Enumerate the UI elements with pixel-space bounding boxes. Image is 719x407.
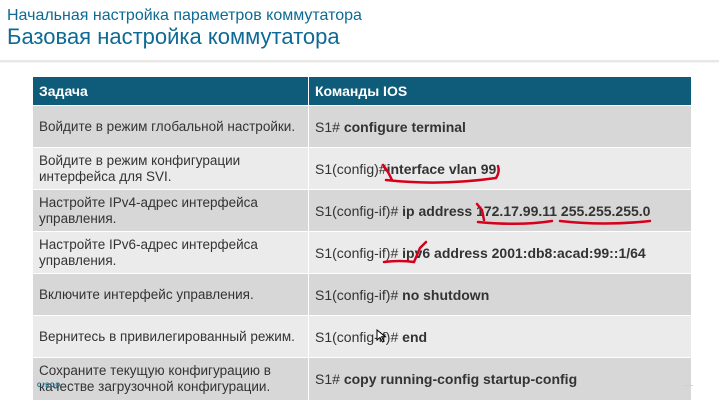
table-row: Войдите в режим глобальной настройки. S1… bbox=[32, 105, 692, 148]
command-text: no shutdown bbox=[402, 286, 490, 303]
header-ios-commands: Команды IOS bbox=[308, 76, 692, 106]
command-cell: S1(config-if)# no shutdown bbox=[308, 273, 692, 316]
slide-subtitle: Начальная настройка параметров коммутато… bbox=[7, 7, 362, 24]
task-cell: Настройте IPv6-адрес интерфейса управлен… bbox=[32, 231, 309, 274]
task-cell: Настройте IPv4-адрес интерфейса управлен… bbox=[32, 189, 309, 232]
command-cell: S1(config-if)# ipv6 address 2001:db8:aca… bbox=[308, 231, 692, 274]
mouse-cursor-icon bbox=[376, 328, 388, 348]
command-prompt: S1# bbox=[315, 118, 340, 135]
command-prompt: S1(config-if)# bbox=[315, 286, 399, 303]
command-cell: S1(config-if)# end bbox=[308, 315, 692, 358]
table-row: Настройте IPv6-адрес интерфейса управлен… bbox=[32, 231, 692, 274]
table-row: Включите интерфейс управления. S1(config… bbox=[32, 273, 692, 316]
command-cell: S1# configure terminal bbox=[308, 105, 692, 148]
task-cell: Войдите в режим глобальной настройки. bbox=[32, 105, 309, 148]
command-prompt: S1# bbox=[315, 371, 340, 387]
command-text: interface vlan 99 bbox=[386, 160, 497, 177]
table-header-row: Задача Команды IOS bbox=[32, 76, 692, 106]
commands-table: Задача Команды IOS Войдите в режим глоба… bbox=[32, 76, 692, 401]
table-row: Войдите в режим конфигурации интерфейса … bbox=[32, 147, 692, 190]
command-text: ipv6 address 2001:db8:acad:99::1/64 bbox=[402, 244, 646, 261]
slide-title: Базовая настройка коммутатора bbox=[7, 24, 340, 49]
commands-table-wrap: Задача Команды IOS Войдите в режим глоба… bbox=[32, 76, 692, 401]
command-prompt: S1(config-if)# bbox=[315, 244, 399, 261]
table-row: Сохраните текущую конфигурацию в качеств… bbox=[32, 357, 692, 401]
task-cell: Сохраните текущую конфигурацию в качеств… bbox=[32, 357, 309, 401]
command-text: configure terminal bbox=[343, 118, 466, 135]
command-prompt: S1(config)# bbox=[315, 160, 387, 177]
header-task: Задача bbox=[32, 76, 309, 106]
title-divider-shadow bbox=[0, 62, 719, 63]
command-prompt: S1(config-if)# bbox=[315, 202, 399, 219]
page-number-mark bbox=[683, 383, 693, 391]
command-text: ip address 172.17.99.11 255.255.255.0 bbox=[402, 202, 651, 219]
task-cell: Вернитесь в привилегированный режим. bbox=[32, 315, 309, 358]
command-cell: S1(config-if)# ip address 172.17.99.11 2… bbox=[308, 189, 692, 232]
table-row: Настройте IPv4-адрес интерфейса управлен… bbox=[32, 189, 692, 232]
slide: Начальная настройка параметров коммутато… bbox=[0, 0, 719, 407]
title-block: Начальная настройка параметров коммутато… bbox=[7, 6, 362, 49]
command-text: end bbox=[402, 328, 428, 345]
cisco-logo: CISCO bbox=[37, 383, 62, 389]
table-row: Вернитесь в привилегированный режим. S1(… bbox=[32, 315, 692, 358]
task-cell: Включите интерфейс управления. bbox=[32, 273, 309, 316]
command-text: copy running-config startup-config bbox=[343, 371, 578, 387]
task-cell: Войдите в режим конфигурации интерфейса … bbox=[32, 147, 309, 190]
command-cell: S1# copy running-config startup-config bbox=[308, 357, 692, 401]
command-cell: S1(config)#interface vlan 99 bbox=[308, 147, 692, 190]
